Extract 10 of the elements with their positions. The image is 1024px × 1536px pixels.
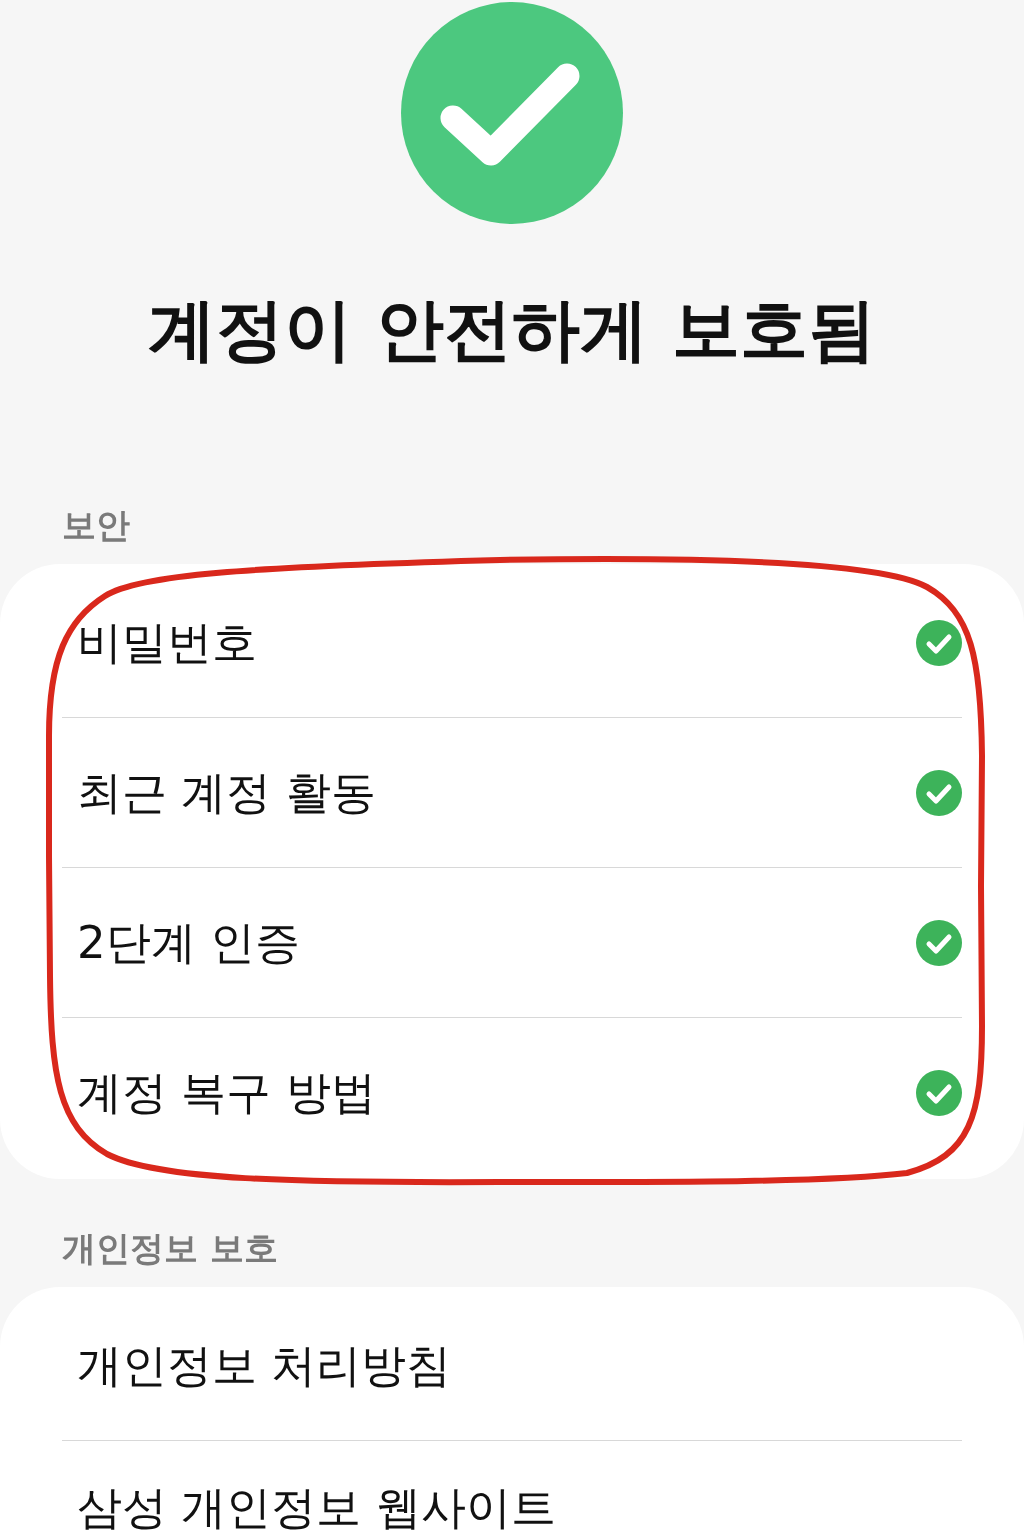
- menu-item[interactable]: 2단계 인증: [0, 868, 1024, 1017]
- section-header: 보안: [62, 504, 130, 547]
- menu-item[interactable]: 비밀번호: [0, 568, 1024, 717]
- check-circle-icon: [401, 2, 623, 224]
- section-header: 개인정보 보호: [62, 1227, 278, 1270]
- page-title: 계정이 안전하게 보호됨: [148, 289, 876, 371]
- menu-item[interactable]: 최근 계정 활동: [0, 718, 1024, 867]
- menu-item[interactable]: 계정 복구 방법: [0, 1018, 1024, 1167]
- menu-item[interactable]: 삼성 개인정보 웹사이트: [0, 1441, 1024, 1536]
- menu-item[interactable]: 개인정보 처리방침: [0, 1291, 1024, 1440]
